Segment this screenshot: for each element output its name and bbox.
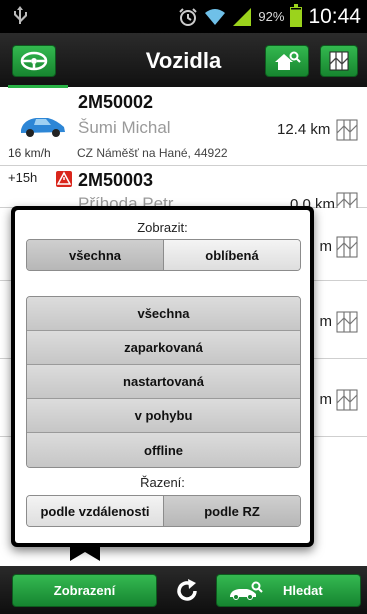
filter-list: všechna zaparkovaná nastartovaná v pohyb… — [26, 296, 301, 468]
status-bar: 92% 10:44 — [0, 0, 367, 33]
action-bar: Vozidla — [0, 33, 367, 88]
map-icon[interactable] — [336, 236, 358, 258]
home-search-button[interactable] — [265, 45, 309, 77]
warning-icon — [56, 171, 72, 187]
filter-all-button[interactable]: všechna — [27, 297, 300, 331]
alarm-icon — [179, 7, 198, 26]
sort-label: Řazení: — [140, 475, 185, 490]
vehicle-distance: m — [319, 313, 333, 330]
list-item[interactable]: +15h 2M50003 Příhoda Petr 0.0 km — [0, 166, 367, 214]
search-label: Hledat — [283, 583, 323, 598]
time-ago: +15h — [8, 170, 38, 185]
vehicle-distance: 12.4 km — [277, 121, 331, 138]
show-segmented-control: všechna oblíbená — [26, 239, 301, 271]
car-icon — [21, 118, 65, 137]
view-options-popup: Zobrazit: všechna oblíbená všechna zapar… — [11, 206, 314, 547]
battery-icon — [290, 3, 303, 27]
page-title: Vozidla — [145, 48, 222, 73]
vehicle-plate: 2M50003 — [78, 170, 154, 190]
vehicle-speed: 16 km/h — [8, 146, 51, 160]
map-icon — [329, 51, 349, 71]
filter-offline-button[interactable]: offline — [27, 433, 300, 467]
show-all-button[interactable]: všechna — [27, 240, 163, 270]
map-icon[interactable] — [336, 311, 358, 333]
show-label: Zobrazit: — [137, 220, 188, 235]
usb-icon — [14, 6, 27, 24]
wifi-icon — [205, 8, 226, 25]
bottom-bar: Zobrazení Hledat — [0, 566, 367, 614]
popup-content: Zobrazit: všechna oblíbená všechna zapar… — [15, 210, 310, 543]
map-icon[interactable] — [336, 119, 358, 141]
show-favorites-button[interactable]: oblíbená — [163, 240, 300, 270]
refresh-icon[interactable] — [174, 578, 200, 604]
vehicle-distance: m — [319, 238, 333, 255]
clock: 10:44 — [308, 4, 361, 28]
popup-pointer — [70, 547, 100, 561]
vehicle-distance: m — [319, 391, 333, 408]
sort-plate-button[interactable]: podle RZ — [163, 496, 300, 526]
signal-icon — [233, 7, 252, 26]
battery-percent: 92% — [258, 9, 285, 24]
map-button[interactable] — [320, 45, 358, 77]
car-search-icon — [230, 581, 263, 600]
driver-name: Šumi Michal — [78, 118, 171, 137]
vehicle-plate: 2M50002 — [78, 92, 154, 112]
home-search-icon — [275, 51, 301, 70]
sort-segmented-control: podle vzdálenosti podle RZ — [26, 495, 301, 527]
filter-parked-button[interactable]: zaparkovaná — [27, 331, 300, 365]
list-item[interactable]: 2M50002 Šumi Michal 12.4 km 16 km/h CZ N… — [0, 88, 367, 166]
view-button[interactable]: Zobrazení — [12, 574, 157, 607]
search-button[interactable]: Hledat — [216, 574, 361, 607]
filter-started-button[interactable]: nastartovaná — [27, 365, 300, 399]
map-icon[interactable] — [336, 389, 358, 411]
vehicle-address: CZ Náměšť na Hané, 44922 — [77, 146, 228, 160]
sort-distance-button[interactable]: podle vzdálenosti — [27, 496, 163, 526]
filter-moving-button[interactable]: v pohybu — [27, 399, 300, 433]
